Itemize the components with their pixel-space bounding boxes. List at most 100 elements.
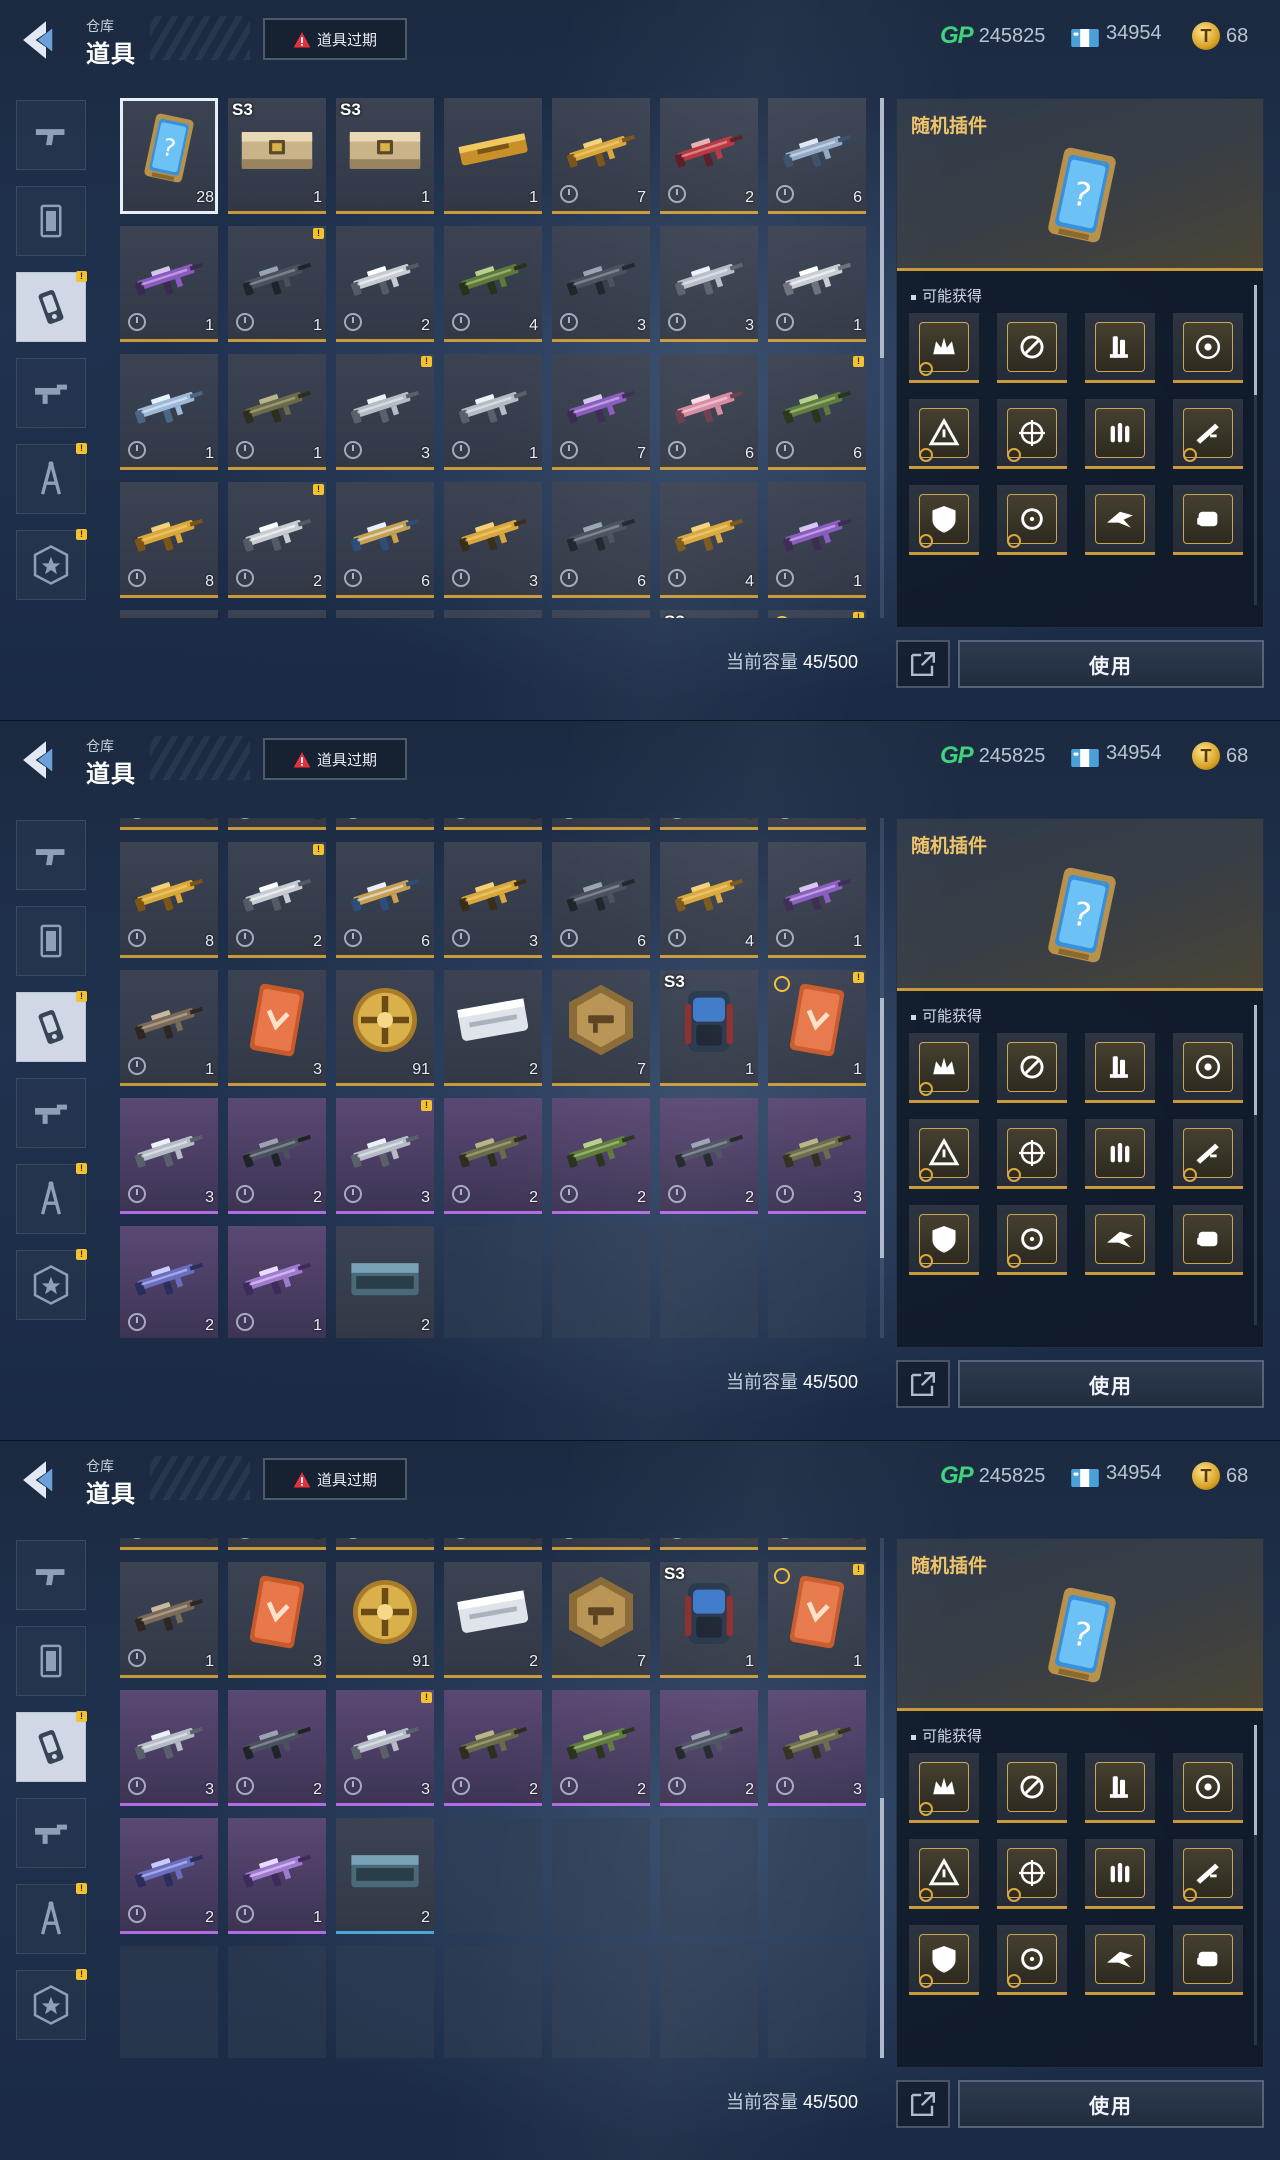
reward-slot[interactable] bbox=[1173, 1033, 1243, 1103]
category-tab-2[interactable] bbox=[16, 1626, 86, 1696]
reward-slot[interactable] bbox=[909, 1839, 979, 1909]
inventory-item[interactable]: !3 bbox=[336, 1690, 434, 1806]
back-button[interactable] bbox=[14, 734, 78, 786]
inventory-item[interactable]: S3 1 bbox=[660, 970, 758, 1086]
grid-scrollbar[interactable] bbox=[880, 98, 884, 618]
inventory-item[interactable]: 1 bbox=[768, 1538, 866, 1550]
inventory-item[interactable]: 4 bbox=[660, 842, 758, 958]
inventory-item[interactable]: !2 bbox=[228, 1538, 326, 1550]
expired-items-button[interactable]: 道具过期 bbox=[263, 1458, 407, 1500]
inventory-item[interactable]: 2 bbox=[336, 226, 434, 342]
inventory-item[interactable]: 2 bbox=[660, 1098, 758, 1214]
inventory-item[interactable]: 6 bbox=[660, 818, 758, 830]
inventory-item[interactable]: 1 bbox=[228, 1226, 326, 1338]
reward-slot[interactable] bbox=[997, 1119, 1067, 1189]
inventory-item[interactable]: 3 bbox=[768, 1690, 866, 1806]
inventory-item[interactable]: 2 bbox=[444, 970, 542, 1086]
category-tab-1[interactable] bbox=[16, 820, 86, 890]
reward-slot[interactable] bbox=[909, 1753, 979, 1823]
grid-scrollbar[interactable] bbox=[880, 1538, 884, 2058]
inventory-item[interactable]: 8 bbox=[120, 482, 218, 598]
inventory-item[interactable]: 91 bbox=[336, 970, 434, 1086]
inventory-item[interactable]: 7 bbox=[552, 354, 650, 470]
reward-slot[interactable] bbox=[997, 1753, 1067, 1823]
reward-slot[interactable] bbox=[1173, 1119, 1243, 1189]
inventory-item[interactable]: S3 1 bbox=[336, 98, 434, 214]
share-button[interactable] bbox=[896, 1360, 950, 1408]
category-tab-3[interactable]: ! bbox=[16, 991, 87, 1062]
inventory-item[interactable]: 3 bbox=[444, 842, 542, 958]
rewards-scrollbar-thumb[interactable] bbox=[1254, 1725, 1257, 1835]
inventory-item[interactable]: 1 bbox=[768, 842, 866, 958]
back-button[interactable] bbox=[14, 14, 78, 66]
inventory-item[interactable]: 8 bbox=[120, 1538, 218, 1550]
inventory-item[interactable]: 3 bbox=[660, 226, 758, 342]
reward-slot[interactable] bbox=[1085, 1205, 1155, 1275]
reward-slot[interactable] bbox=[909, 1205, 979, 1275]
reward-slot[interactable] bbox=[1173, 1839, 1243, 1909]
inventory-item[interactable]: 1 bbox=[120, 818, 218, 830]
inventory-item[interactable]: 1 bbox=[120, 970, 218, 1086]
reward-slot[interactable] bbox=[1085, 313, 1155, 383]
inventory-item[interactable]: 3 bbox=[444, 482, 542, 598]
reward-slot[interactable] bbox=[997, 399, 1067, 469]
inventory-item[interactable]: 4 bbox=[660, 482, 758, 598]
inventory-item[interactable]: 2 bbox=[444, 610, 542, 618]
reward-slot[interactable] bbox=[1085, 1119, 1155, 1189]
inventory-item[interactable]: 6 bbox=[552, 842, 650, 958]
reward-slot[interactable] bbox=[997, 1925, 1067, 1995]
inventory-item[interactable]: 1 bbox=[120, 226, 218, 342]
category-tab-5[interactable]: ! bbox=[16, 1163, 87, 1234]
inventory-item[interactable]: 2 bbox=[336, 1818, 434, 1934]
category-tab-4[interactable] bbox=[16, 358, 86, 428]
reward-slot[interactable] bbox=[909, 1033, 979, 1103]
inventory-item[interactable]: 6 bbox=[336, 482, 434, 598]
inventory-item[interactable]: !1 bbox=[768, 610, 866, 618]
reward-slot[interactable] bbox=[1173, 313, 1243, 383]
inventory-item[interactable]: 2 bbox=[120, 1226, 218, 1338]
inventory-item[interactable]: 4 bbox=[660, 1538, 758, 1550]
category-tab-5[interactable]: ! bbox=[16, 443, 87, 514]
rewards-scrollbar[interactable] bbox=[1254, 1005, 1257, 1325]
inventory-item[interactable]: 2 bbox=[552, 1098, 650, 1214]
reward-slot[interactable] bbox=[1173, 1925, 1243, 1995]
reward-slot[interactable] bbox=[1173, 1205, 1243, 1275]
reward-slot[interactable] bbox=[909, 1925, 979, 1995]
inventory-item[interactable]: 3 bbox=[228, 1562, 326, 1678]
inventory-item[interactable]: 2 bbox=[444, 1562, 542, 1678]
inventory-item[interactable]: !2 bbox=[228, 842, 326, 958]
reward-slot[interactable] bbox=[1173, 1753, 1243, 1823]
inventory-item[interactable]: 2 bbox=[228, 1690, 326, 1806]
inventory-item[interactable]: !3 bbox=[336, 1098, 434, 1214]
reward-slot[interactable] bbox=[1173, 485, 1243, 555]
inventory-item[interactable]: 1 bbox=[444, 354, 542, 470]
inventory-item[interactable]: S3 1 bbox=[660, 1562, 758, 1678]
expired-items-button[interactable]: 道具过期 bbox=[263, 738, 407, 780]
inventory-item[interactable]: 3 bbox=[444, 1538, 542, 1550]
category-tab-3[interactable]: ! bbox=[16, 1711, 87, 1782]
inventory-item[interactable]: 1 bbox=[228, 818, 326, 830]
reward-slot[interactable] bbox=[997, 485, 1067, 555]
reward-slot[interactable] bbox=[997, 1033, 1067, 1103]
inventory-item[interactable]: !3 bbox=[336, 818, 434, 830]
reward-slot[interactable] bbox=[1173, 399, 1243, 469]
inventory-item[interactable]: 1 bbox=[444, 98, 542, 214]
inventory-item[interactable]: 3 bbox=[120, 1690, 218, 1806]
rewards-scrollbar[interactable] bbox=[1254, 1725, 1257, 2045]
category-tab-1[interactable] bbox=[16, 1540, 86, 1610]
inventory-item[interactable]: 6 bbox=[336, 842, 434, 958]
inventory-item[interactable]: 7 bbox=[552, 1562, 650, 1678]
back-button[interactable] bbox=[14, 1454, 78, 1506]
reward-slot[interactable] bbox=[997, 1839, 1067, 1909]
inventory-item[interactable]: 6 bbox=[336, 1538, 434, 1550]
inventory-item[interactable]: 6 bbox=[552, 482, 650, 598]
inventory-item[interactable]: 7 bbox=[552, 98, 650, 214]
inventory-item[interactable]: ? 28 bbox=[120, 98, 218, 214]
inventory-item[interactable]: 3 bbox=[228, 610, 326, 618]
category-tab-1[interactable] bbox=[16, 100, 86, 170]
rewards-scrollbar-thumb[interactable] bbox=[1254, 1005, 1257, 1115]
inventory-item[interactable]: 7 bbox=[552, 818, 650, 830]
inventory-item[interactable]: 1 bbox=[228, 1818, 326, 1934]
reward-slot[interactable] bbox=[997, 313, 1067, 383]
expired-items-button[interactable]: 道具过期 bbox=[263, 18, 407, 60]
